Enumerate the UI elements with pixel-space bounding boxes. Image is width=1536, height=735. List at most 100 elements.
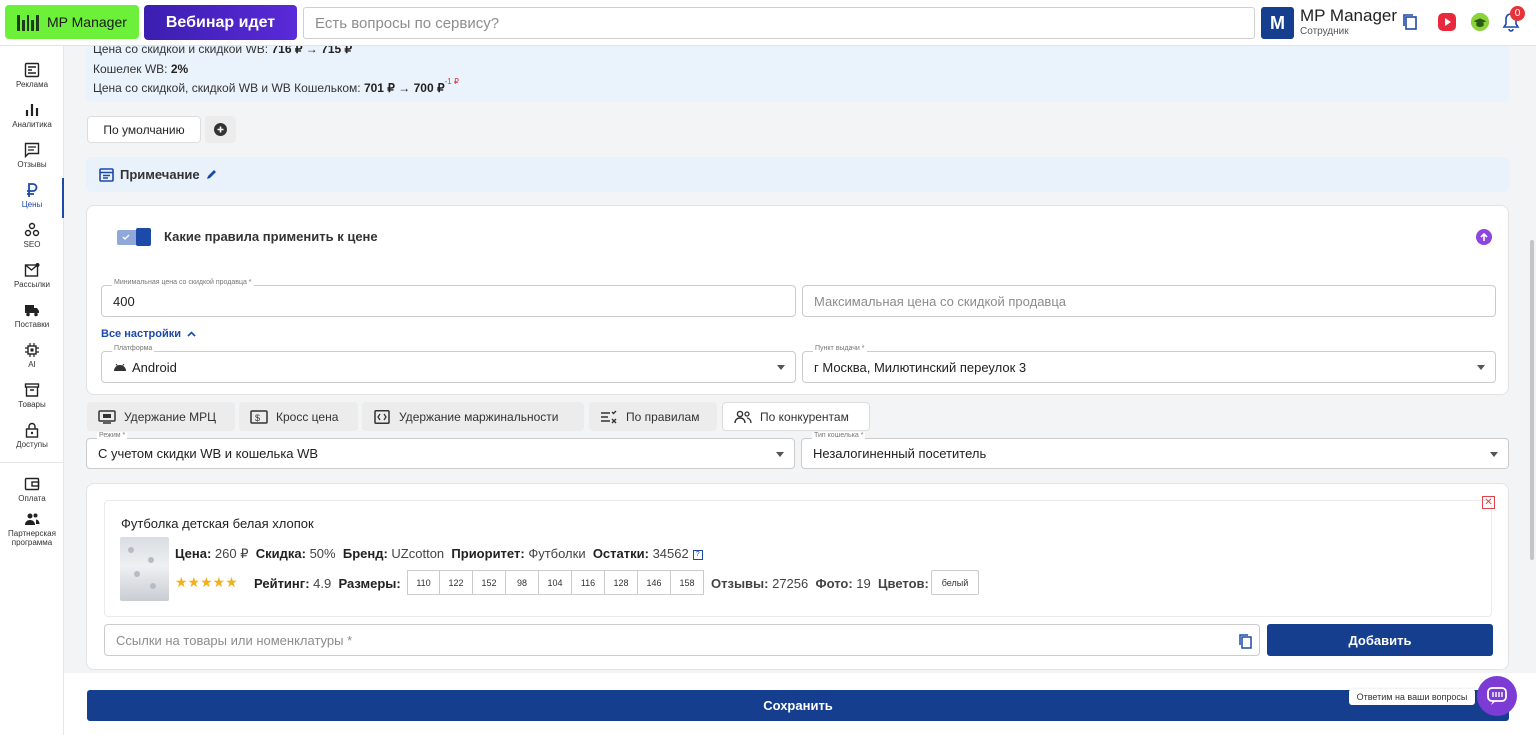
truck-icon — [25, 305, 39, 317]
sidebar-item-label: Поставки — [14, 320, 50, 329]
tab-margin-hold[interactable]: Удержание маржинальности — [362, 402, 584, 431]
stock-info-icon[interactable]: ? — [692, 549, 703, 560]
tab-by-rules[interactable]: По правилам — [589, 402, 717, 431]
price-value: 260 ₽ — [214, 546, 249, 561]
chevron-down-icon — [1477, 365, 1485, 370]
sidebar-item-payment[interactable]: Оплата — [0, 472, 64, 512]
size-chip: 146 — [638, 570, 671, 595]
info-line-wallet-price: Цена со скидкой, скидкой WB и WB Кошельк… — [93, 77, 460, 95]
video-icon[interactable] — [1437, 12, 1457, 32]
academy-icon[interactable] — [1470, 12, 1490, 32]
chip-icon — [25, 343, 39, 357]
box-icon — [24, 383, 40, 397]
tab-mrc-hold[interactable]: Удержание МРЦ — [87, 402, 235, 431]
platform-value: Android — [132, 359, 177, 375]
priority-value: Футболки — [528, 546, 586, 561]
save-button[interactable]: Сохранить — [87, 690, 1509, 721]
sidebar-item-seo[interactable]: SEO — [0, 218, 64, 258]
logo-button[interactable]: MP Manager — [5, 5, 139, 39]
mail-icon — [24, 263, 40, 277]
mode-value: С учетом скидки WB и кошелька WB — [98, 446, 319, 461]
mode-label: Режим * — [97, 432, 128, 439]
pickup-point-value: г Москва, Милютинский переулок 3 — [814, 359, 1027, 375]
discount-value: 50% — [309, 546, 336, 561]
min-price-field[interactable]: Минимальная цена со скидкой продавца * 4… — [101, 279, 796, 317]
product-title[interactable]: Футболка детская белая хлопок — [121, 516, 314, 531]
wallet-type-select[interactable]: Тип кошелька * Незалогиненный посетитель — [801, 432, 1509, 469]
mode-select[interactable]: Режим * С учетом скидки WB и кошелька WB — [86, 432, 795, 469]
platform-select[interactable]: Платформа Android — [101, 345, 796, 383]
wallet-icon — [24, 477, 40, 491]
sidebar-item-goods[interactable]: Товары — [0, 378, 64, 418]
price-delta: -1 ₽ — [444, 77, 460, 86]
pickup-point-select[interactable]: Пункт выдачи * г Москва, Милютинский пер… — [802, 345, 1496, 383]
monitor-icon — [98, 409, 116, 424]
user-role: Сотрудник — [1300, 26, 1349, 37]
sidebar-item-analytics[interactable]: Аналитика — [0, 98, 64, 138]
sidebar-item-label: Рассылки — [14, 280, 50, 289]
sidebar-item-supplies[interactable]: Поставки — [0, 298, 64, 338]
code-icon — [374, 409, 390, 424]
chat-tooltip: Ответим на ваши вопросы — [1349, 689, 1475, 705]
user-name[interactable]: MP Manager — [1300, 6, 1397, 26]
tab-by-competitors[interactable]: По конкурентам — [722, 402, 870, 431]
sidebar-item-partners[interactable]: Партнерская программа — [0, 507, 64, 555]
max-price-field[interactable]: Максимальная цена со скидкой продавца — [802, 285, 1496, 317]
sidebar-item-label: Аналитика — [12, 120, 52, 129]
sidebar-item-ads[interactable]: Реклама — [0, 58, 64, 98]
paste-icon[interactable] — [1237, 633, 1253, 649]
size-chip: 104 — [539, 570, 572, 595]
size-chip: 116 — [572, 570, 605, 595]
page-scrollbar[interactable] — [1530, 240, 1534, 560]
chevron-down-icon — [1490, 452, 1498, 457]
min-price-value: 400 — [113, 293, 135, 309]
preset-default-tab[interactable]: По умолчанию — [87, 116, 201, 143]
all-settings-toggle[interactable]: Все настройки — [101, 328, 196, 340]
copy-icon[interactable] — [1400, 12, 1420, 32]
competitors-icon — [734, 410, 752, 423]
tab-cross-price[interactable]: $ Кросс цена — [239, 402, 358, 431]
partners-icon — [25, 513, 40, 525]
competitor-card: Футболка детская белая хлопок Цена: 260 … — [86, 483, 1509, 670]
note-section[interactable]: Примечание — [86, 157, 1509, 192]
ads-icon — [24, 62, 40, 78]
add-button[interactable]: Добавить — [1267, 624, 1493, 656]
platform-label: Платформа — [112, 345, 155, 352]
ruble-icon — [27, 183, 38, 197]
search-input[interactable] — [303, 7, 1255, 39]
rules-toggle[interactable] — [117, 228, 151, 246]
sidebar-item-label: Оплата — [18, 494, 46, 503]
webinar-button[interactable]: Вебинар идет — [144, 5, 297, 40]
calendar-note-icon — [99, 168, 114, 182]
top-bar: MP Manager Вебинар идет M MP Manager Сот… — [0, 0, 1536, 46]
brand-value: UZcotton — [391, 546, 445, 561]
rating-value: 4.9 — [313, 576, 332, 591]
svg-text:$: $ — [255, 413, 260, 423]
pickup-point-label: Пункт выдачи * — [813, 345, 867, 352]
product-links-input[interactable] — [104, 624, 1260, 656]
sidebar-item-mailings[interactable]: Рассылки — [0, 258, 64, 298]
sidebar-item-access[interactable]: Доступы — [0, 418, 64, 458]
avatar[interactable]: M — [1261, 7, 1294, 39]
size-chip: 110 — [407, 570, 440, 595]
chat-support-button[interactable] — [1477, 676, 1517, 716]
sidebar-item-label: Товары — [18, 400, 46, 409]
sidebar-item-ai[interactable]: AI — [0, 338, 64, 378]
sidebar-item-prices[interactable]: Цены — [0, 178, 64, 218]
sidebar-item-label: Партнерская программа — [8, 529, 56, 547]
check-icon — [122, 234, 130, 240]
min-price-label: Минимальная цена со скидкой продавца * — [112, 279, 254, 286]
reviews-value: 27256 — [772, 576, 809, 591]
rules-title: Какие правила применить к цене — [164, 229, 378, 244]
sizes-list: 110 122 152 98 104 116 128 146 158 — [407, 570, 704, 595]
remove-product-icon[interactable]: ✕ — [1482, 496, 1495, 509]
size-chip: 158 — [671, 570, 704, 595]
add-preset-button[interactable] — [205, 116, 236, 143]
sidebar-item-label: SEO — [23, 240, 41, 249]
sidebar-item-reviews[interactable]: Отзывы — [0, 138, 64, 178]
color-chip: белый — [931, 570, 979, 595]
pencil-icon[interactable] — [206, 169, 217, 180]
collapse-up-icon[interactable] — [1476, 229, 1492, 245]
analytics-icon — [25, 104, 39, 116]
product-thumbnail[interactable] — [120, 537, 169, 601]
